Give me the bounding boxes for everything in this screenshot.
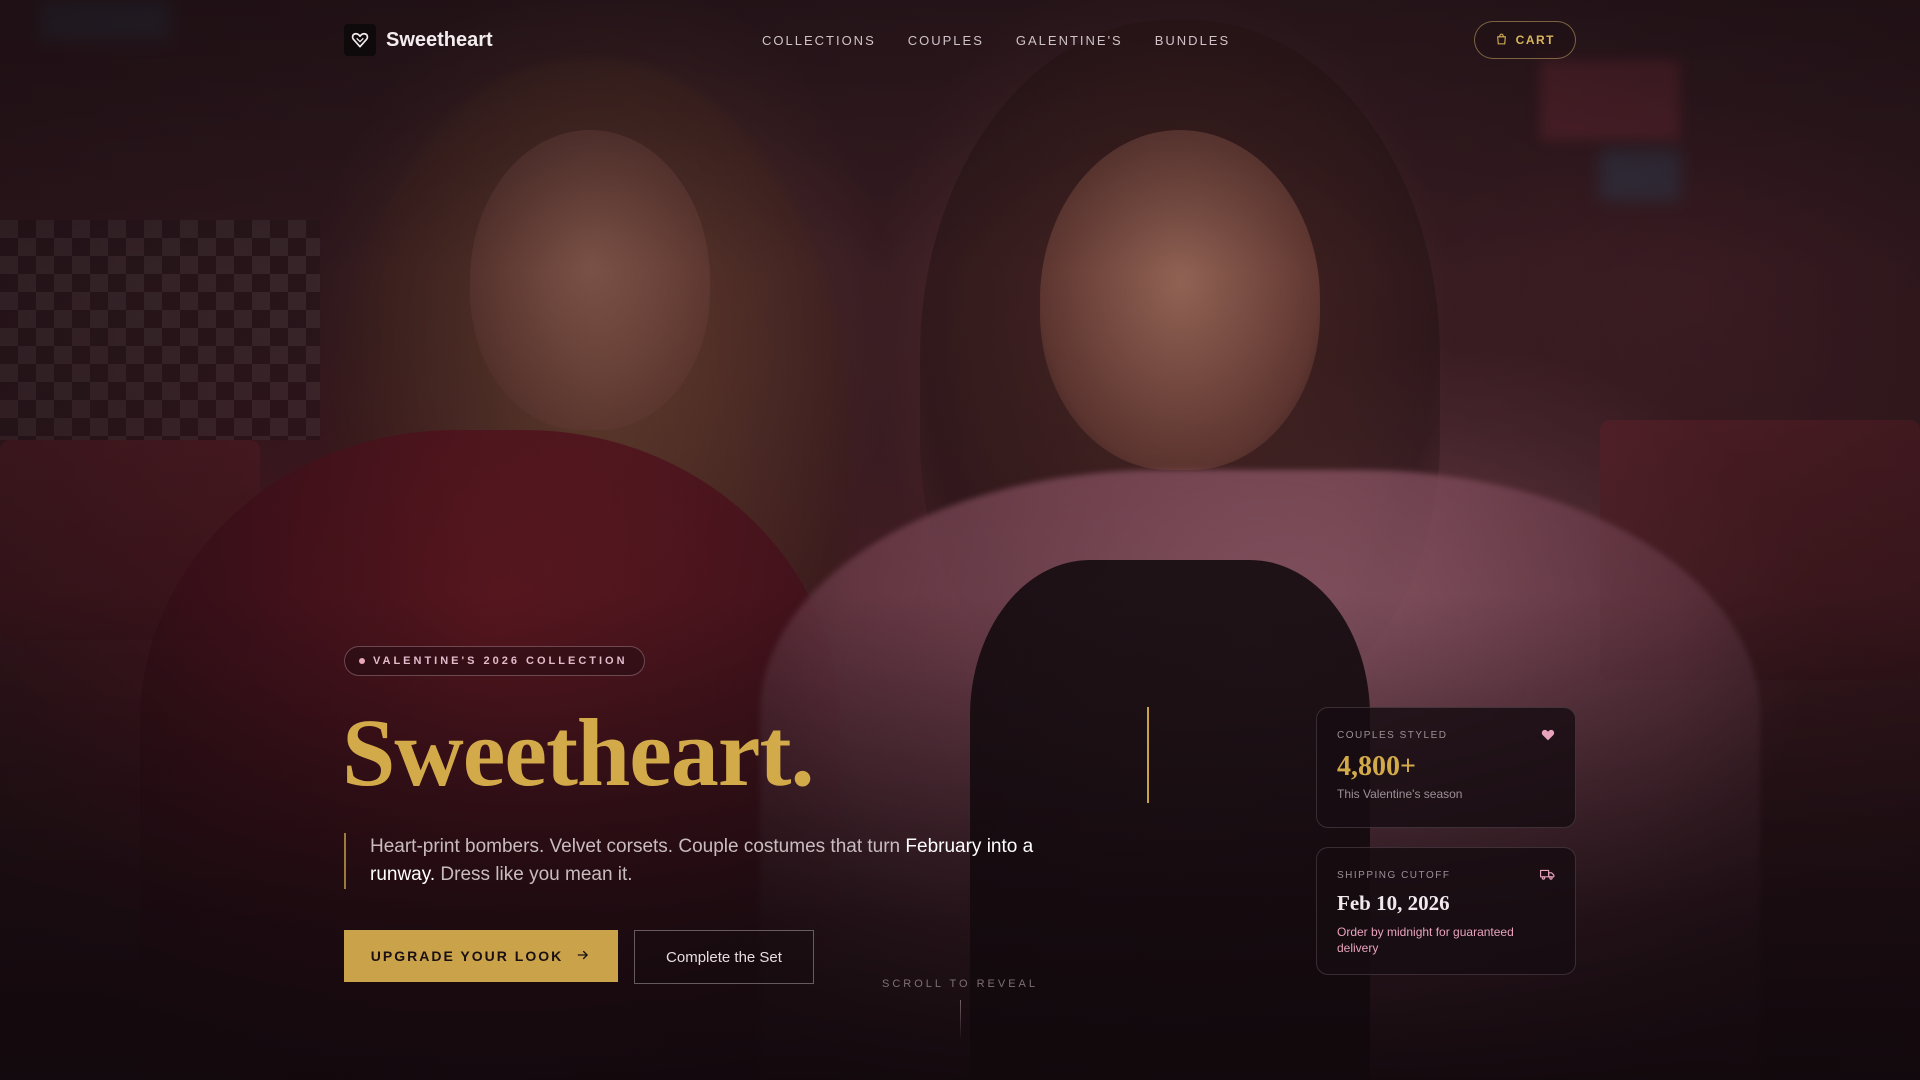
upgrade-look-label: UPGRADE YOUR LOOK: [370, 948, 564, 964]
couples-styled-value: 4,800+: [1337, 751, 1416, 782]
hero-desc-part1: Heart-print bombers. Velvet corsets. Cou…: [370, 836, 906, 857]
cart-label: CART: [1515, 33, 1555, 47]
shipping-cutoff-card: SHIPPING CUTOFF Feb 10, 2026 Order by mi…: [1316, 847, 1576, 975]
heart-gem-icon: [344, 24, 376, 56]
hero-overlay: [0, 0, 1920, 1080]
nav-item-collections[interactable]: COLLECTIONS: [762, 33, 876, 48]
arrow-right-icon: [575, 948, 591, 965]
shipping-cutoff-note: Order by midnight for guaranteed deliver…: [1337, 925, 1514, 955]
hero-desc-part2: Dress like you mean it.: [435, 864, 633, 885]
site-header: Sweetheart COLLECTIONS COUPLES GALENTINE…: [344, 18, 1576, 62]
heart-icon: [1541, 728, 1555, 746]
nav-item-galentines[interactable]: GALENTINE'S: [1016, 33, 1123, 48]
badge-text: VALENTINE'S 2026 COLLECTION: [373, 655, 628, 667]
couples-styled-label: COUPLES STYLED: [1337, 730, 1448, 741]
hero-title: Sweetheart.: [342, 699, 814, 806]
shipping-cutoff-label: SHIPPING CUTOFF: [1337, 870, 1451, 881]
nav-item-couples[interactable]: COUPLES: [908, 33, 984, 48]
truck-icon: [1540, 868, 1555, 886]
collection-badge: VALENTINE'S 2026 COLLECTION: [344, 646, 645, 676]
shopping-bag-icon: [1495, 32, 1508, 49]
upgrade-look-button[interactable]: UPGRADE YOUR LOOK: [344, 930, 618, 982]
brand-link[interactable]: Sweetheart: [344, 24, 493, 56]
complete-set-button[interactable]: Complete the Set: [634, 930, 814, 984]
nav-item-bundles[interactable]: BUNDLES: [1155, 33, 1230, 48]
accent-divider: [1147, 707, 1149, 803]
hero-description: Heart-print bombers. Velvet corsets. Cou…: [344, 833, 1044, 889]
shipping-cutoff-date: Feb 10, 2026: [1337, 891, 1450, 915]
cart-button[interactable]: CART: [1473, 21, 1576, 59]
scroll-indicator-label: SCROLL TO REVEAL: [881, 978, 1038, 990]
couples-styled-note: This Valentine's season: [1337, 787, 1463, 801]
main-nav: COLLECTIONS COUPLES GALENTINE'S BUNDLES: [762, 18, 1230, 62]
scroll-indicator-line: [960, 1000, 961, 1040]
badge-dot: [359, 658, 365, 664]
couples-styled-card: COUPLES STYLED 4,800+ This Valentine's s…: [1316, 707, 1576, 828]
brand-name: Sweetheart: [386, 28, 493, 51]
